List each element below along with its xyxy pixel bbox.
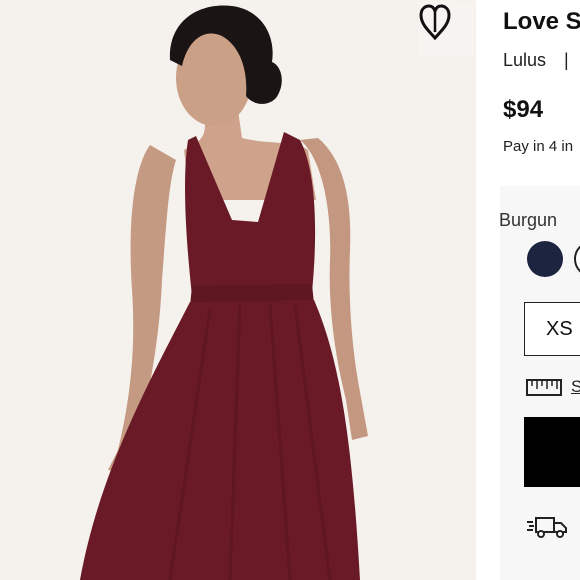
heart-icon — [419, 4, 451, 41]
brand-name[interactable]: Lulus — [503, 50, 546, 70]
brand-row: Lulus | — [503, 50, 569, 71]
add-to-bag-button[interactable] — [524, 417, 580, 487]
brand-separator: | — [564, 50, 569, 70]
size-option-xs[interactable]: XS — [524, 302, 580, 356]
wishlist-button[interactable] — [418, 2, 474, 56]
ruler-icon — [526, 379, 562, 396]
size-guide-label: S — [571, 377, 580, 396]
product-title: Love S — [503, 8, 580, 35]
size-guide-link[interactable]: S — [526, 377, 580, 397]
product-photo[interactable] — [0, 0, 476, 580]
color-swatch-navy[interactable] — [527, 241, 563, 277]
product-price: $94 — [503, 96, 544, 123]
shipping-info — [526, 514, 570, 545]
color-label: Burgun — [499, 210, 558, 230]
truck-icon — [527, 517, 567, 538]
installments-text: Pay in 4 in — [503, 138, 574, 155]
product-details-panel: Love S Lulus | $94 Pay in 4 in Burgun XS … — [476, 0, 580, 580]
model-in-dress-image — [0, 0, 476, 580]
